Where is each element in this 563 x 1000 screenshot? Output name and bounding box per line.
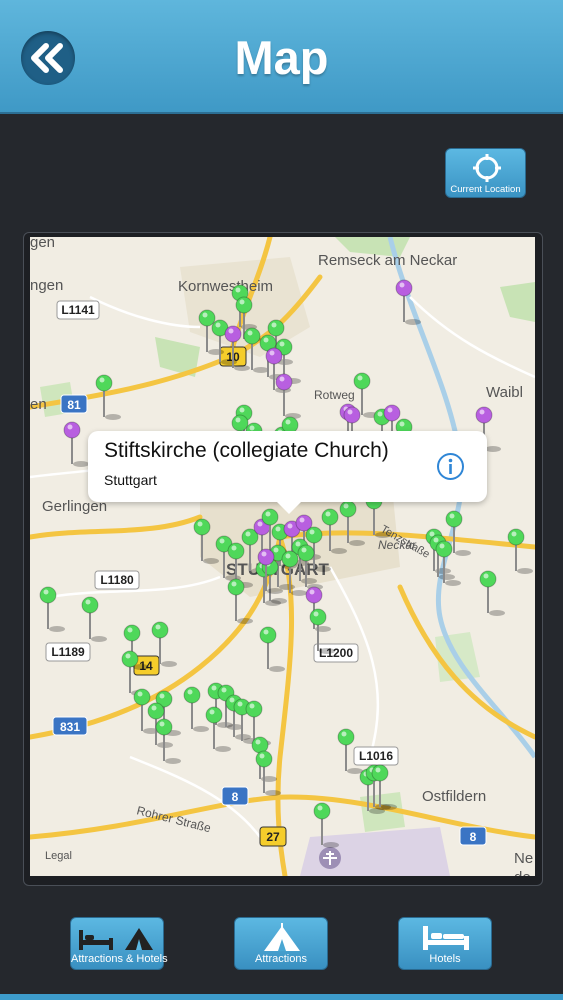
svg-text:L1141: L1141 <box>61 303 95 317</box>
map-pins <box>39 279 533 848</box>
tab-label: Attractions & Hotels <box>71 953 168 965</box>
map-label: de <box>514 869 531 876</box>
road-shield: 8 <box>221 786 249 806</box>
map-pin <box>39 586 65 632</box>
map-view[interactable]: Kornwestheim Remseck am Neckar Rotweg Wa… <box>30 237 535 876</box>
map-label: gen <box>30 237 55 251</box>
road-shield: 831 <box>52 716 88 736</box>
road-shield: L1189 <box>45 642 91 662</box>
current-location-button[interactable]: Current Location <box>445 148 526 198</box>
road-shield: L1016 <box>353 746 399 766</box>
road-shield: 8 <box>459 826 487 846</box>
road-shield: L1200 <box>313 643 359 663</box>
map-pin <box>479 570 505 616</box>
bed-tent-icon <box>79 928 153 950</box>
pin-callout[interactable]: Stiftskirche (collegiate Church) Stuttga… <box>88 431 487 514</box>
map-pin <box>183 686 209 732</box>
crosshair-icon <box>473 154 501 182</box>
map-pin <box>259 626 285 672</box>
map-label: Kornwestheim <box>178 278 273 295</box>
road-shield: 27 <box>259 826 287 847</box>
map-pin <box>81 596 107 642</box>
tab-attractions[interactable]: Attractions <box>234 917 328 970</box>
svg-text:8: 8 <box>470 830 477 844</box>
road-shield: L1141 <box>56 300 100 320</box>
svg-text:831: 831 <box>60 720 80 734</box>
map-label: Rotweg <box>314 388 355 402</box>
map-label: Ne <box>514 850 533 867</box>
road-shield: 81 <box>60 394 88 414</box>
map-pin <box>205 706 231 752</box>
svg-text:8: 8 <box>232 790 239 804</box>
current-location-label: Current Location <box>450 184 521 195</box>
svg-text:L1189: L1189 <box>51 645 85 659</box>
bed-icon <box>423 926 469 950</box>
map-pin <box>63 421 89 467</box>
map-label: en <box>30 396 47 413</box>
tab-hotels[interactable]: Hotels <box>398 917 492 970</box>
legal-link[interactable]: Legal <box>45 850 72 862</box>
tab-attractions-hotels[interactable]: Attractions & Hotels <box>70 917 168 970</box>
info-icon[interactable] <box>436 452 465 481</box>
callout-title: Stiftskirche (collegiate Church) <box>104 439 389 462</box>
map-label: Remseck am Neckar <box>318 252 457 269</box>
map-canvas: Kornwestheim Remseck am Neckar Rotweg Wa… <box>30 237 535 876</box>
airport-icon <box>319 847 341 869</box>
tab-label: Hotels <box>429 953 461 965</box>
road-shield: L1180 <box>94 570 140 590</box>
map-label: Waibl <box>486 384 523 401</box>
svg-text:L1180: L1180 <box>100 573 134 587</box>
page-title: Map <box>234 31 329 84</box>
map-pin <box>155 718 181 764</box>
bottom-accent-bar <box>0 994 563 1000</box>
callout-arrow <box>276 501 302 514</box>
svg-text:27: 27 <box>266 830 280 844</box>
header-bar: Map <box>0 0 563 114</box>
tab-label: Attractions <box>255 953 307 965</box>
callout-subtitle: Stuttgart <box>104 472 157 488</box>
svg-text:81: 81 <box>67 398 81 412</box>
map-pin <box>95 374 121 420</box>
tent-icon <box>264 923 300 951</box>
map-label: ngen <box>30 277 63 294</box>
svg-text:L1016: L1016 <box>359 749 393 763</box>
map-label: Ostfildern <box>422 788 486 805</box>
map-pin <box>507 528 533 574</box>
